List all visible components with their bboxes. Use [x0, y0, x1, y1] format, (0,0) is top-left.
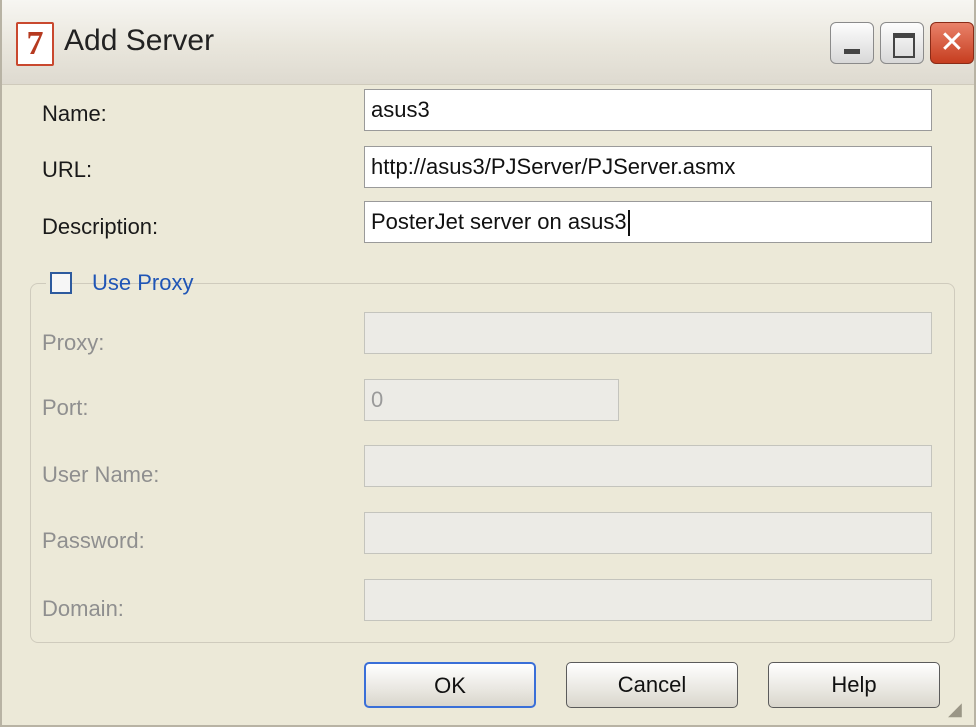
url-label: URL:	[42, 157, 93, 182]
maximize-icon	[893, 33, 915, 58]
use-proxy-toggle[interactable]: Use Proxy	[46, 268, 193, 300]
app-icon: 7	[16, 22, 54, 66]
password-input[interactable]	[364, 512, 932, 554]
domain-input[interactable]	[364, 579, 932, 621]
domain-label: Domain:	[42, 596, 124, 621]
port-input[interactable]: 0	[364, 379, 619, 421]
minimize-icon	[844, 49, 860, 54]
close-icon: ✕	[939, 25, 965, 60]
add-server-dialog: 7 Add Server ✕ Name: asus3 URL: http://a…	[0, 0, 976, 727]
password-label: Password:	[42, 528, 145, 553]
description-label: Description:	[42, 214, 159, 239]
url-input[interactable]: http://asus3/PJServer/PJServer.asmx	[364, 146, 932, 188]
help-button[interactable]: Help	[768, 662, 940, 708]
resize-grip-icon[interactable]: ◢	[948, 699, 970, 721]
use-proxy-checkbox[interactable]	[50, 272, 72, 294]
name-input[interactable]: asus3	[364, 89, 932, 131]
ok-button[interactable]: OK	[364, 662, 536, 708]
name-label: Name:	[42, 101, 107, 126]
user-name-input[interactable]	[364, 445, 932, 487]
proxy-label: Proxy:	[42, 330, 105, 355]
port-label: Port:	[42, 395, 89, 420]
title-bar[interactable]: 7 Add Server ✕	[2, 0, 974, 85]
close-button[interactable]: ✕	[930, 22, 974, 64]
description-input[interactable]: PosterJet server on asus3	[364, 201, 932, 243]
description-value: PosterJet server on asus3	[371, 209, 627, 234]
user-name-label: User Name:	[42, 462, 160, 487]
proxy-input[interactable]	[364, 312, 932, 354]
use-proxy-label[interactable]: Use Proxy	[92, 270, 193, 296]
window-title: Add Server	[64, 24, 215, 57]
maximize-button[interactable]	[880, 22, 924, 64]
minimize-button[interactable]	[830, 22, 874, 64]
text-cursor	[627, 210, 630, 237]
cancel-button[interactable]: Cancel	[566, 662, 738, 708]
